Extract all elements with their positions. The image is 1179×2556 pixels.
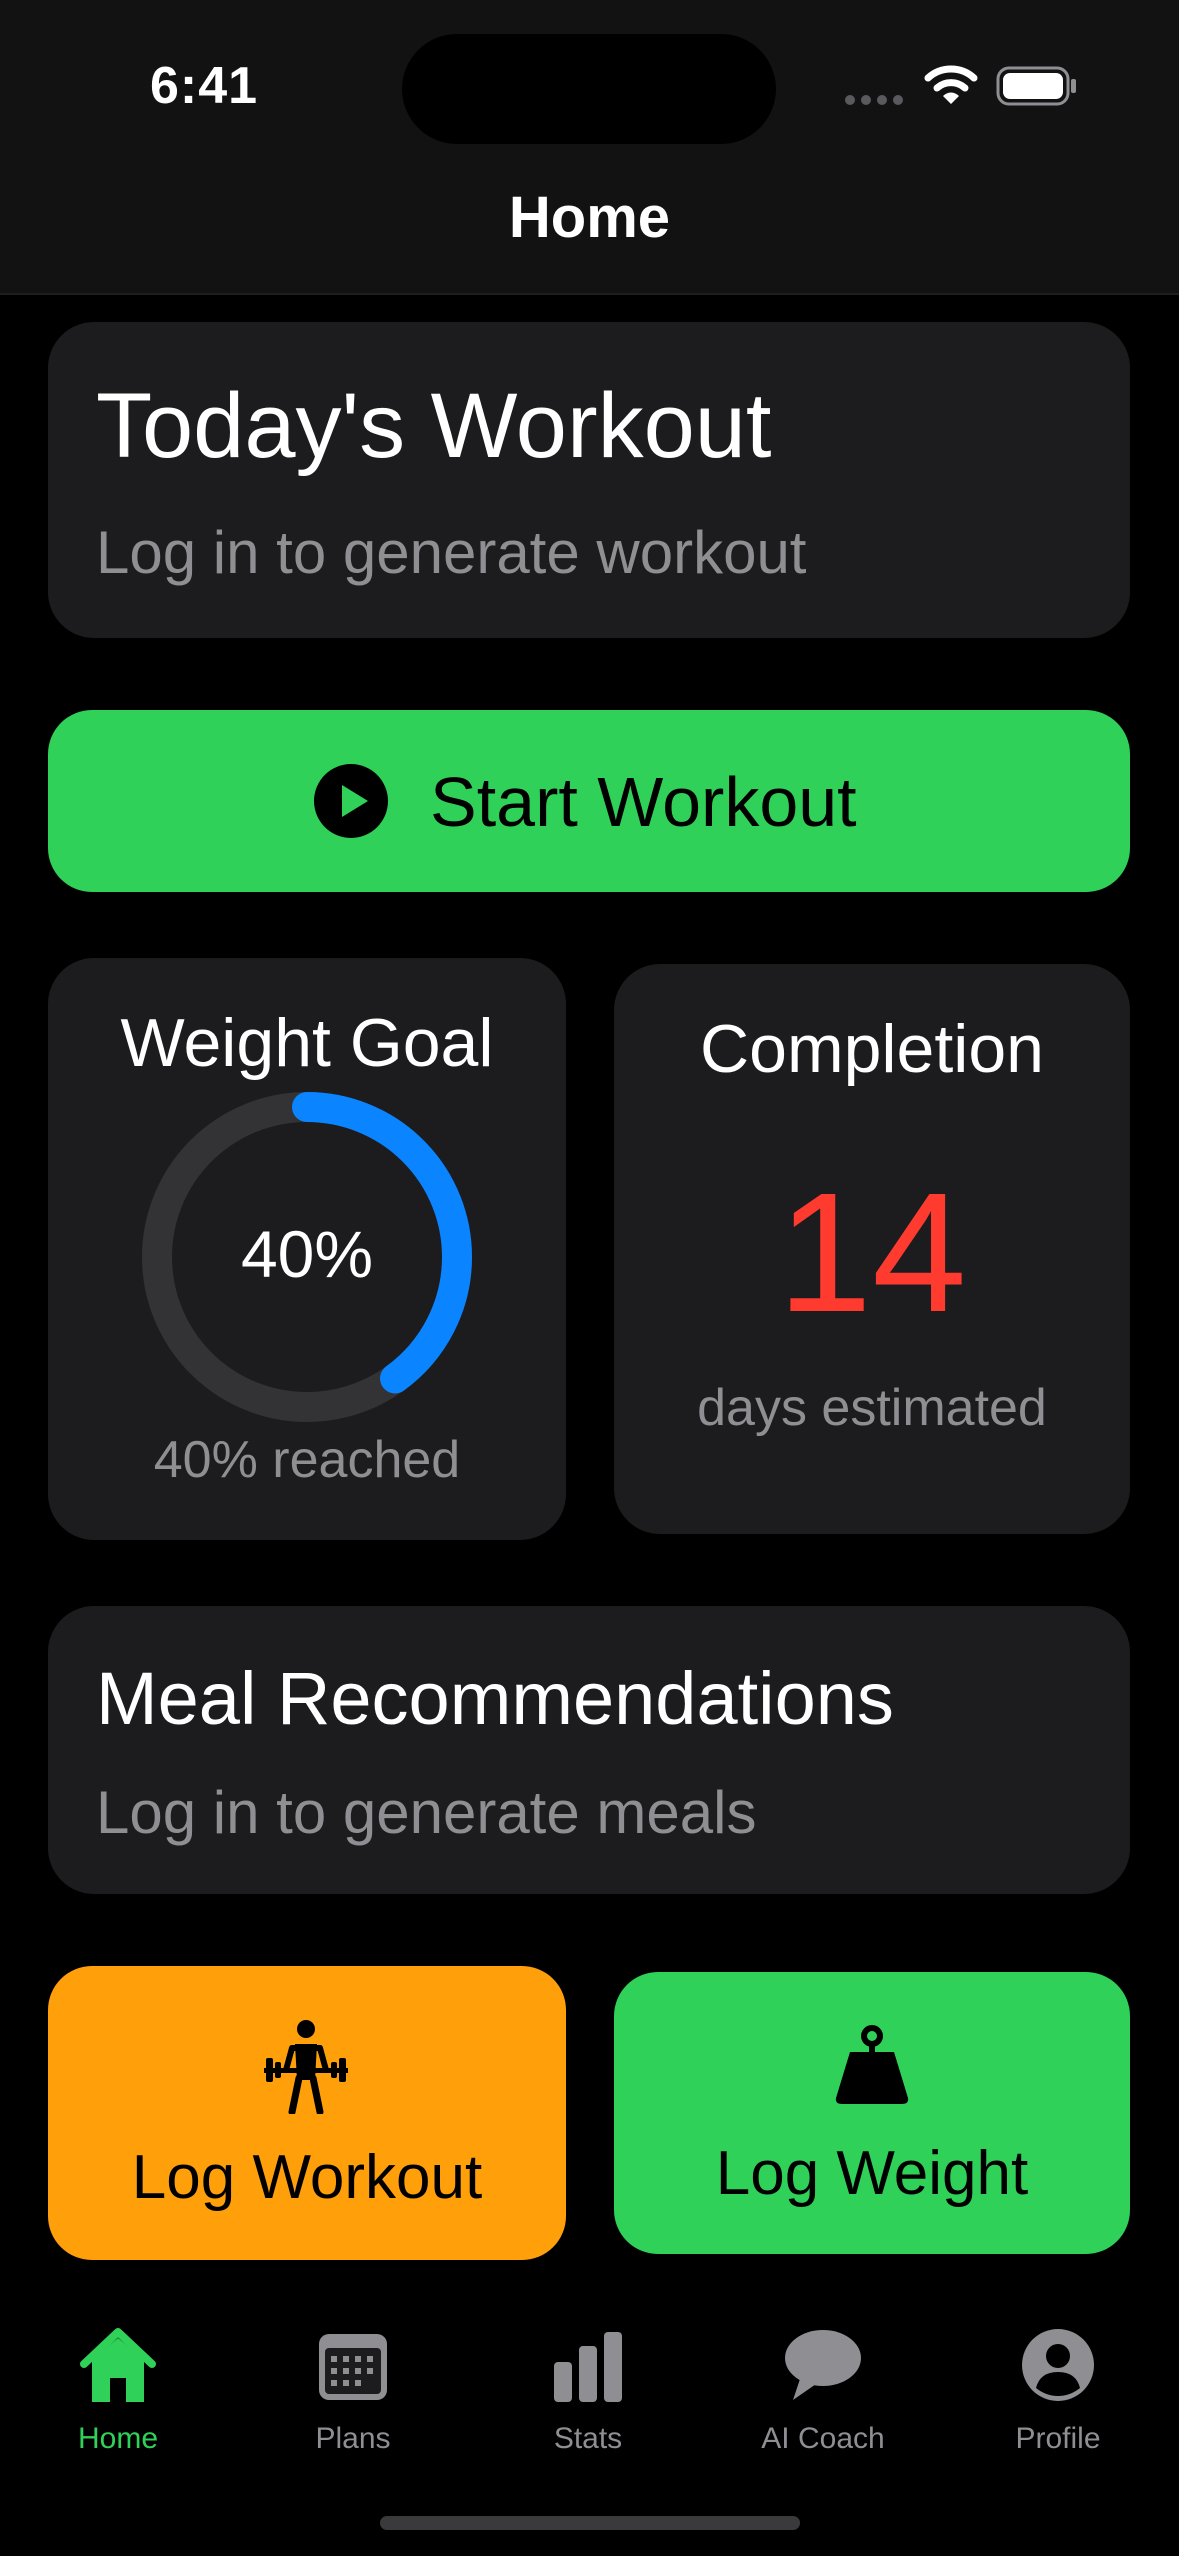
todays-workout-subtitle: Log in to generate workout	[96, 519, 807, 586]
log-workout-label: Log Workout	[131, 2143, 483, 2212]
bar-chart-icon	[554, 2332, 622, 2402]
tab-home[interactable]: Home	[18, 2322, 218, 2455]
home-indicator	[380, 2516, 800, 2530]
status-time: 6:41	[150, 57, 259, 115]
battery-icon	[996, 66, 1076, 106]
completion-caption: days estimated	[697, 1379, 1047, 1437]
chat-bubble-icon	[785, 2330, 861, 2400]
tab-profile[interactable]: Profile	[958, 2322, 1158, 2455]
weight-goal-title: Weight Goal	[120, 1005, 494, 1081]
tab-stats[interactable]: Stats	[488, 2322, 688, 2455]
wifi-icon	[924, 65, 978, 104]
meal-recommendations-subtitle: Log in to generate meals	[96, 1779, 757, 1846]
signal-icon	[845, 95, 903, 105]
todays-workout-card	[48, 322, 1130, 638]
dynamic-island	[402, 34, 776, 144]
tab-home-label: Home	[77, 2422, 159, 2455]
tab-plans[interactable]: Plans	[253, 2322, 453, 2455]
play-circle-icon	[314, 764, 388, 838]
house-icon	[80, 2328, 156, 2402]
completion-days-value: 14	[777, 1158, 967, 1348]
calendar-icon	[319, 2334, 387, 2400]
tab-ai-coach-label: AI Coach	[761, 2422, 885, 2455]
tab-ai-coach[interactable]: AI Coach	[723, 2322, 923, 2455]
todays-workout-title: Today's Workout	[96, 375, 772, 477]
weight-goal-caption: 40% reached	[153, 1431, 461, 1489]
meal-recommendations-title: Meal Recommendations	[96, 1657, 894, 1740]
page-title: Home	[508, 185, 671, 250]
weightlifter-icon	[264, 2020, 348, 2114]
kettlebell-icon	[835, 2025, 909, 2104]
log-weight-button[interactable]	[614, 1972, 1130, 2254]
tab-plans-label: Plans	[315, 2422, 391, 2455]
tab-profile-label: Profile	[1015, 2422, 1101, 2455]
person-circle-icon	[1022, 2329, 1094, 2401]
completion-title: Completion	[700, 1011, 1044, 1087]
tab-stats-label: Stats	[553, 2422, 623, 2455]
meal-recommendations-card	[48, 1606, 1130, 1894]
start-workout-label: Start Workout	[430, 763, 857, 841]
weight-goal-percent: 40%	[240, 1217, 374, 1291]
log-weight-label: Log Weight	[715, 2139, 1029, 2208]
